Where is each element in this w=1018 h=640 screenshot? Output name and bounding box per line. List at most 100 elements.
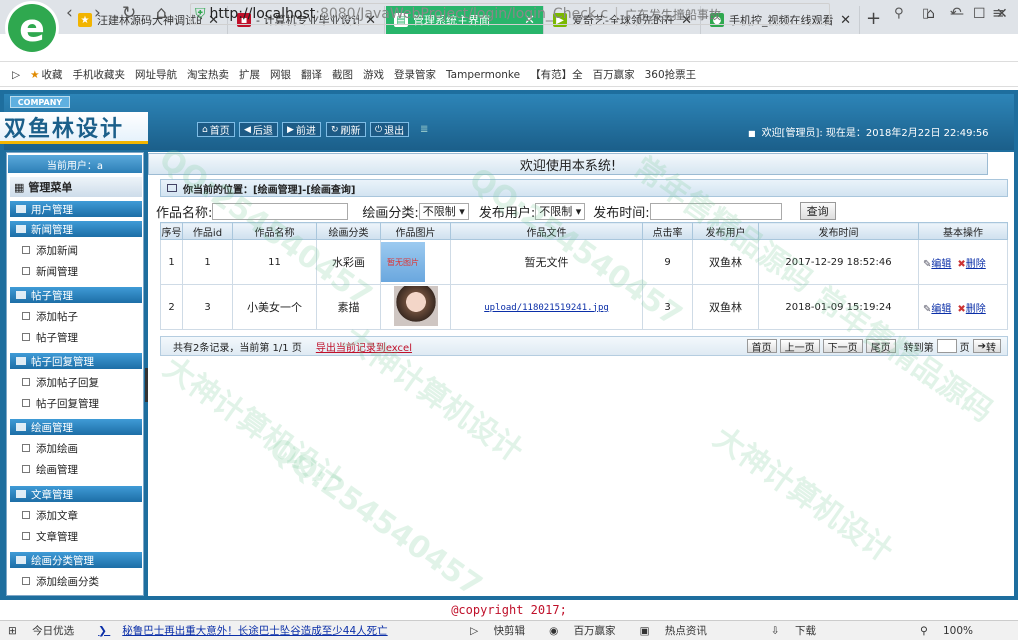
search-icon[interactable]: ⚲ (894, 6, 904, 21)
portrait-thumbnail[interactable] (393, 285, 438, 326)
sidebar-item-reply-manage[interactable]: 帖子回复管理 (22, 393, 99, 413)
sidebar-item-add-article[interactable]: 添加文章 (22, 505, 78, 525)
cell-ops: ✎编辑 ✖删除 (918, 284, 1008, 330)
status-item-today[interactable]: ⊞ 今日优选 (8, 623, 86, 638)
refresh-button[interactable]: ↻ 刷新 (326, 122, 366, 137)
tab-label: 汪建林源码大神调试的 (97, 14, 203, 27)
last-page-button[interactable]: 尾页 (865, 339, 896, 354)
status-item-hot[interactable]: ▣ 热点资讯 (640, 623, 719, 638)
home-button[interactable]: ⌂ 首页 (197, 122, 235, 137)
phone-icon[interactable]: ▯ (922, 6, 929, 21)
sidebar-item-painting-manage[interactable]: 绘画管理 (22, 459, 78, 479)
undo-icon[interactable]: ↶ (950, 5, 962, 21)
cell-image: 暂无图片 (380, 239, 451, 285)
folder-icon (16, 556, 26, 564)
menu-title: 管理菜单 (28, 181, 73, 194)
grid-icon: ▦ (14, 180, 25, 194)
prev-page-button[interactable]: 上一页 (779, 339, 820, 354)
cell-clicks: 3 (642, 284, 693, 330)
bookmark-item[interactable]: 扩展 (239, 67, 260, 82)
bookmark-item[interactable]: 【有范】全 (530, 67, 583, 82)
bookmark-item[interactable]: Tampermonke (446, 69, 520, 81)
home-icon[interactable]: ⌂ (156, 3, 167, 23)
close-icon[interactable]: ✕ (840, 13, 851, 28)
group-label: 帖子管理 (31, 289, 73, 302)
delete-link[interactable]: 删除 (966, 304, 986, 315)
sidebar-toggle-icon[interactable]: ▷ (12, 69, 20, 81)
address-bar[interactable]: ⛨ http://localhost :8080/JavaWebProject/… (190, 3, 830, 25)
bookmark-item[interactable]: 翻译 (301, 67, 322, 82)
category-select[interactable]: 不限制 ▾ (418, 202, 469, 220)
thumbnail-placeholder[interactable]: 暂无图片 (381, 242, 425, 282)
page-icon (22, 267, 30, 275)
sidebar-group-articles[interactable]: 文章管理 (10, 486, 142, 502)
bookmark-item[interactable]: 网址导航 (135, 67, 177, 82)
user-select[interactable]: 不限制 ▾ (535, 202, 586, 220)
search-button[interactable]: 查询 (799, 202, 836, 220)
status-item-clip[interactable]: ▷ 快剪辑 (470, 623, 537, 638)
status-item-download[interactable]: ⇩ 下载 (771, 623, 828, 638)
bookmark-item[interactable]: 游戏 (363, 67, 384, 82)
status-label: 快剪辑 (493, 625, 526, 637)
sidebar-group-paintings[interactable]: 绘画管理 (10, 419, 142, 435)
zoom-level[interactable]: ⚲ 100% (920, 625, 985, 637)
logout-button[interactable]: ⏻ 退出 (370, 122, 410, 137)
search-form: 作品名称: 绘画分类: 不限制 ▾ 发布用户: 不限制 ▾ 发布时间: 查询 (156, 201, 1016, 221)
sidebar-item-post-manage[interactable]: 帖子管理 (22, 327, 78, 347)
page-icon (22, 532, 30, 540)
bookmark-item[interactable]: 淘宝热卖 (187, 67, 229, 82)
cell-category: 素描 (316, 284, 381, 330)
reload-icon[interactable]: ↻ (122, 3, 136, 23)
bookmark-item[interactable]: 手机收藏夹 (73, 67, 126, 82)
status-item-million[interactable]: ◉ 百万赢家 (549, 623, 628, 638)
bookmark-item[interactable]: ★ 收藏 (30, 67, 62, 82)
menu-icon[interactable]: ≡ (992, 4, 1005, 22)
bookmark-item[interactable]: 截图 (332, 67, 353, 82)
forward-button[interactable]: ▶ 前进 (282, 122, 321, 137)
item-label: 添加绘画 (36, 442, 78, 455)
sidebar-group-categories[interactable]: 绘画分类管理 (10, 552, 142, 568)
bookmark-item[interactable]: 百万赢家 (593, 67, 635, 82)
maximize-icon[interactable]: ☐ (973, 6, 986, 22)
file-link[interactable]: upload/118021519241.jpg (484, 303, 609, 313)
welcome-text: ■ 欢迎[管理员]: 现在是：2018年2月22日 22:49:56 (748, 124, 989, 139)
sidebar-item-add-news[interactable]: 添加新闻 (22, 240, 78, 260)
cell-category: 水彩画 (316, 239, 381, 285)
sidebar-item-article-manage[interactable]: 文章管理 (22, 526, 78, 546)
time-input[interactable] (649, 202, 782, 220)
edit-link[interactable]: 编辑 (931, 304, 951, 315)
address-news-text[interactable]: 广东发生撞船事故 (625, 6, 721, 23)
sidebar-group-users[interactable]: 用户管理 (10, 201, 142, 217)
sidebar-group-posts[interactable]: 帖子管理 (10, 287, 142, 303)
sidebar-item-add-category[interactable]: 添加绘画分类 (22, 571, 99, 591)
sidebar-group-news[interactable]: 新闻管理 (10, 221, 142, 237)
back-button[interactable]: ◀ 后退 (239, 122, 278, 137)
name-input[interactable] (212, 202, 349, 220)
item-label: 文章管理 (36, 530, 78, 543)
new-tab-plus-icon[interactable]: + (866, 8, 881, 29)
page-number-input[interactable] (936, 339, 957, 353)
sidebar-item-add-reply[interactable]: 添加帖子回复 (22, 372, 99, 392)
bookmark-item[interactable]: 网银 (270, 67, 291, 82)
status-news-link[interactable]: ❯ 秘鲁巴士再出重大意外！长途巴士坠谷造成至少44人死亡 (98, 623, 458, 638)
back-arrow-icon[interactable]: ‹ (66, 3, 73, 23)
column-header: 发布时间 (758, 222, 919, 240)
url-path: :8080/JavaWebProject/login/login_Check.c (315, 6, 609, 22)
sidebar-group-replies[interactable]: 帖子回复管理 (10, 353, 142, 369)
sidebar-item-add-post[interactable]: 添加帖子 (22, 306, 78, 326)
go-button[interactable]: ➔ 转 (972, 339, 1001, 354)
delete-x-icon: ✖ (957, 303, 966, 315)
cell-name: 11 (232, 239, 317, 285)
bookmark-item[interactable]: 登录管家 (394, 67, 436, 82)
next-page-button[interactable]: 下一页 (822, 339, 863, 354)
sidebar-item-news-manage[interactable]: 新闻管理 (22, 261, 78, 281)
export-excel-link[interactable]: 导出当前记录到excel (316, 339, 412, 354)
sidebar-item-add-painting[interactable]: 添加绘画 (22, 438, 78, 458)
first-page-button[interactable]: 首页 (746, 339, 777, 354)
bookmark-item[interactable]: 360抢票王 (645, 67, 697, 82)
forward-arrow-icon[interactable]: › (94, 3, 101, 23)
delete-link[interactable]: 删除 (966, 259, 986, 270)
edit-link[interactable]: 编辑 (931, 259, 951, 270)
forward-arrow-icon: ▶ (287, 124, 294, 135)
cell-ops: ✎编辑 ✖删除 (918, 239, 1008, 285)
